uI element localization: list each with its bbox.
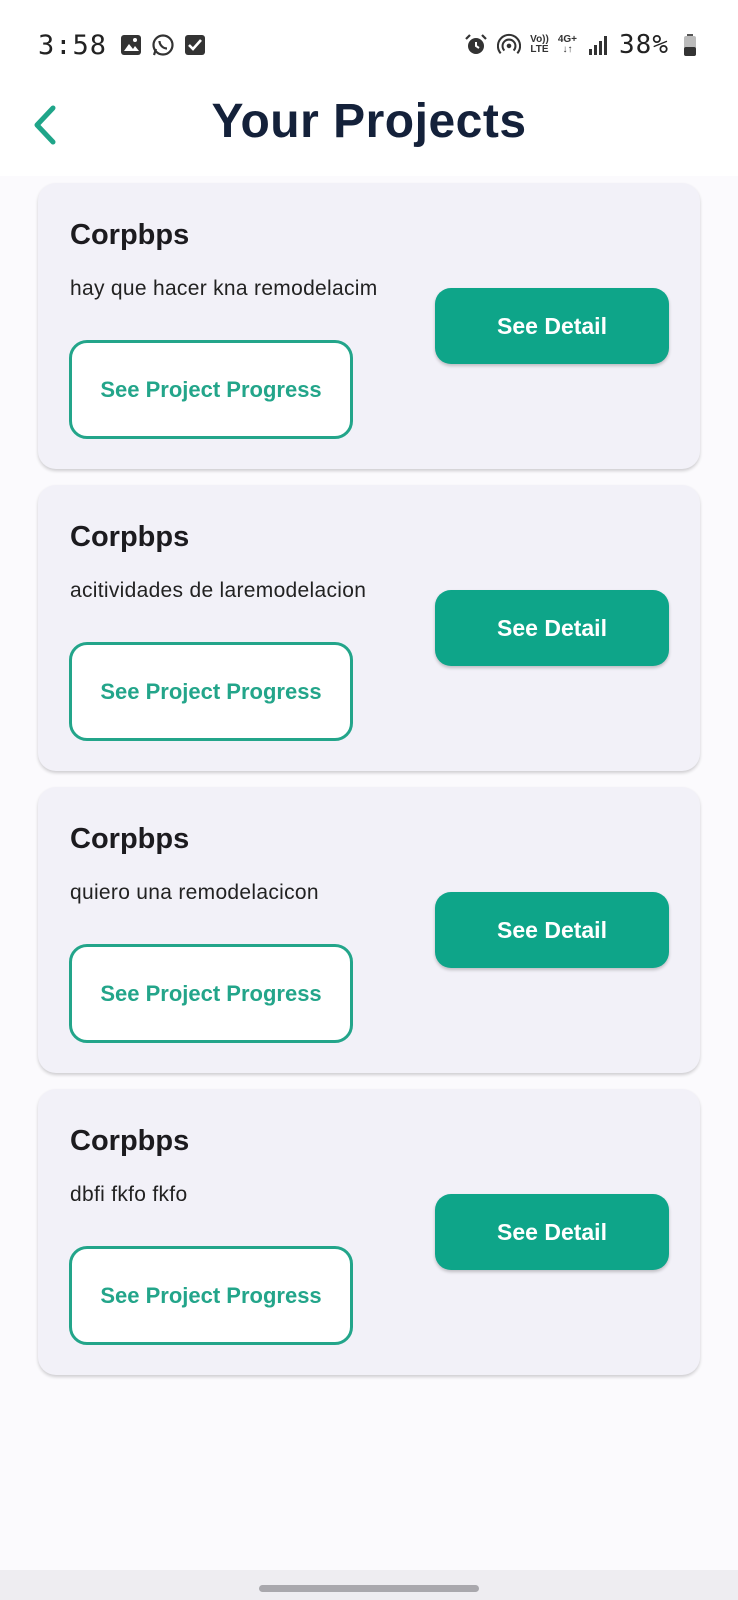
project-card: Corpbps dbfi fkfo fkfo See Project Progr…: [38, 1089, 700, 1375]
project-description: quiero una remodelacicon: [70, 881, 319, 904]
battery-icon: [678, 33, 702, 57]
home-gesture-handle[interactable]: [259, 1585, 479, 1592]
navigation-bar: [0, 1570, 738, 1600]
project-description: hay que hacer kna remodelacim: [70, 277, 378, 300]
project-name: Corpbps: [70, 823, 190, 855]
see-project-progress-button[interactable]: See Project Progress: [69, 642, 353, 741]
hotspot-icon: [497, 33, 522, 57]
project-list: Corpbps hay que hacer kna remodelacim Se…: [38, 183, 700, 1391]
project-card: Corpbps quiero una remodelacicon See Pro…: [38, 787, 700, 1073]
see-detail-button[interactable]: See Detail: [435, 288, 669, 364]
project-description: dbfi fkfo fkfo: [70, 1183, 188, 1206]
see-detail-button[interactable]: See Detail: [435, 590, 669, 666]
4g-icon: 4G+ ↓↑: [557, 34, 578, 55]
see-detail-button[interactable]: See Detail: [435, 892, 669, 968]
app-bar: Your Projects: [0, 86, 738, 176]
project-name: Corpbps: [70, 219, 190, 251]
see-project-progress-button[interactable]: See Project Progress: [69, 944, 353, 1043]
alarm-icon: [464, 33, 488, 57]
status-left: 3:58: [38, 28, 207, 62]
project-name: Corpbps: [70, 521, 190, 553]
project-name: Corpbps: [70, 1125, 190, 1157]
see-detail-button[interactable]: See Detail: [435, 1194, 669, 1270]
project-card: Corpbps acitividades de laremodelacion S…: [38, 485, 700, 771]
page-title: Your Projects: [211, 95, 527, 148]
gallery-icon: [119, 33, 143, 57]
status-time: 3:58: [38, 29, 108, 61]
project-description: acitividades de laremodelacion: [70, 579, 367, 602]
signal-icon: [586, 33, 610, 57]
see-project-progress-button[interactable]: See Project Progress: [69, 1246, 353, 1345]
battery-percent: 38%: [619, 30, 669, 60]
project-card: Corpbps hay que hacer kna remodelacim Se…: [38, 183, 700, 469]
whatsapp-icon: [151, 33, 175, 57]
status-right: Vo)) LTE 4G+ ↓↑ 38%: [464, 28, 702, 62]
checkbox-icon: [183, 33, 207, 57]
volte-icon: Vo)) LTE: [530, 34, 549, 55]
status-bar: 3:58 Vo)) LTE 4G+ ↓↑ 38%: [0, 0, 738, 86]
see-project-progress-button[interactable]: See Project Progress: [69, 340, 353, 439]
